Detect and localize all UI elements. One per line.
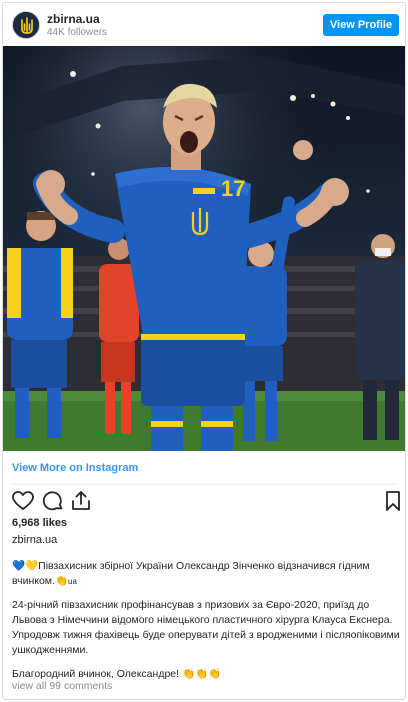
profile-avatar[interactable] [12,11,40,39]
post-caption: 💙💛Півзахисник збірної України Олександр … [12,559,400,691]
caption-username[interactable]: zbirna.ua [12,534,57,546]
post-photo[interactable]: 17 [3,46,405,451]
comment-icon[interactable] [41,489,65,513]
follower-count: 44K followers [47,27,108,38]
heart-icon[interactable] [11,489,35,513]
clap-emoji: 👏 [54,575,69,587]
like-count: 6,968 likes [12,517,68,529]
caption-text-line3: Благородний вчинок, Олександре! [12,668,180,680]
view-more-link[interactable]: View More on Instagram [12,462,138,474]
instagram-embed-card: zbirna.ua 44K followers View Profile 17 … [2,2,406,700]
football-player-celebration-image: 17 [3,46,405,451]
profile-username[interactable]: zbirna.ua [47,12,100,26]
divider [12,484,396,485]
view-all-comments-link[interactable]: view all 99 comments [12,680,112,692]
post-actions-bar [9,489,401,515]
heart-emoji-prefix: 💙💛 [12,560,39,572]
share-icon[interactable] [69,489,93,513]
caption-paragraph: 24-річний півзахисник профінансував з пр… [12,599,400,656]
caption-paragraph: 💙💛Півзахисник збірної України Олександр … [12,559,400,589]
caption-tag: ua [68,577,77,586]
ukraine-trident-icon [13,12,39,38]
bookmark-icon[interactable] [381,489,405,513]
svg-text:17: 17 [221,176,245,201]
view-profile-button[interactable]: View Profile [323,14,399,36]
clap-emoji-group: 👏👏👏 [181,668,222,680]
post-header: zbirna.ua 44K followers View Profile [3,3,405,47]
